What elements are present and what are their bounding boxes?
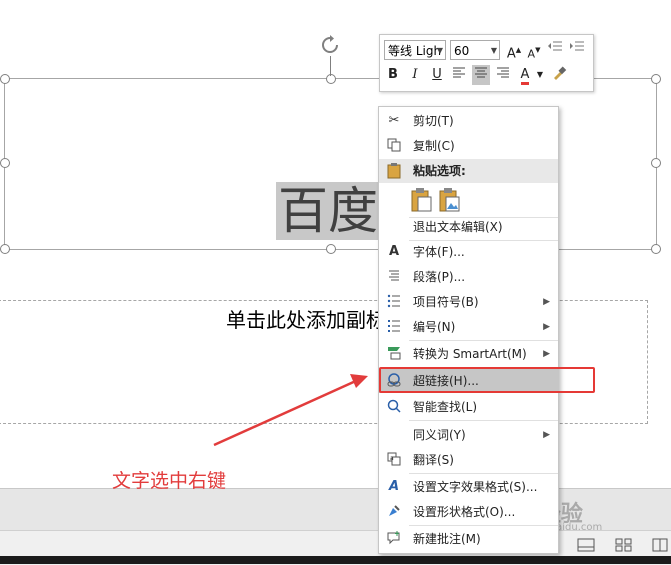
annotation-caption: 文字选中右键 <box>112 470 227 492</box>
align-center-icon[interactable] <box>472 65 490 85</box>
italic-button[interactable]: I <box>406 65 424 85</box>
rotate-icon[interactable] <box>319 34 341 56</box>
menu-item-numbering[interactable]: 编号(N) ▶ <box>379 315 558 339</box>
resize-handle[interactable] <box>651 158 661 168</box>
paragraph-icon <box>386 269 402 285</box>
selected-title-text[interactable]: 百度经验 <box>276 182 380 240</box>
menu-item-new-comment[interactable]: 新建批注(M) <box>379 527 558 551</box>
font-size-value: 60 <box>454 44 470 58</box>
new-comment-icon <box>386 531 402 547</box>
menu-item-label: 字体(F)... <box>413 245 465 259</box>
svg-text:a: a <box>390 455 394 462</box>
smartart-icon <box>386 346 402 362</box>
font-icon: A <box>388 244 400 259</box>
chevron-down-icon: ▼ <box>490 46 497 55</box>
font-color-icon[interactable]: A <box>516 65 534 85</box>
menu-item-label: 同义词(Y) <box>413 428 466 442</box>
bullets-icon <box>386 294 402 310</box>
resize-handle[interactable] <box>0 158 10 168</box>
menu-item-synonyms[interactable]: 同义词(Y) ▶ <box>379 423 558 447</box>
align-left-icon[interactable] <box>450 65 468 85</box>
menu-item-text-effects[interactable]: A 设置文字效果格式(S)... <box>379 475 558 499</box>
smart-lookup-icon <box>386 399 402 415</box>
bold-button[interactable]: B <box>384 65 402 85</box>
slide-sorter-icon[interactable] <box>612 536 636 554</box>
mini-toolbar[interactable]: 等线 Ligh ▼ 60 ▼ A▲ A▼ B I U A ▼ <box>379 34 594 92</box>
menu-item-shape-format[interactable]: 设置形状格式(O)... <box>379 500 558 524</box>
shape-format-icon <box>386 504 402 520</box>
grow-font-icon[interactable]: A▲ <box>505 40 523 61</box>
rotate-connector <box>330 56 331 76</box>
taskbar <box>0 556 671 564</box>
chevron-right-icon: ▶ <box>543 297 550 307</box>
annotation-highlight-box <box>379 367 595 393</box>
numbering-icon <box>386 319 402 335</box>
menu-item-copy[interactable]: 复制(C) <box>379 134 558 158</box>
font-name-value: 等线 Ligh <box>388 44 442 58</box>
format-painter-icon[interactable] <box>550 65 568 85</box>
underline-button[interactable]: U <box>428 65 446 85</box>
menu-item-label: 段落(P)... <box>413 270 466 284</box>
menu-separator <box>409 473 558 474</box>
font-size-dropdown[interactable]: 60 ▼ <box>450 40 500 60</box>
chevron-right-icon: ▶ <box>543 349 550 359</box>
menu-item-paragraph[interactable]: 段落(P)... <box>379 265 558 289</box>
resize-handle[interactable] <box>326 74 336 84</box>
menu-item-smartart[interactable]: 转换为 SmartArt(M) ▶ <box>379 342 558 366</box>
menu-item-label: 翻译(S) <box>413 453 454 467</box>
menu-item-label: 转换为 SmartArt(M) <box>413 347 527 361</box>
menu-item-label: 剪切(T) <box>413 114 454 128</box>
align-right-icon[interactable] <box>494 65 512 85</box>
paste-icon <box>386 163 402 179</box>
menu-item-label: 退出文本编辑(X) <box>413 220 503 234</box>
resize-handle[interactable] <box>0 74 10 84</box>
menu-item-label: 项目符号(B) <box>413 295 479 309</box>
font-name-dropdown[interactable]: 等线 Ligh ▼ <box>384 40 446 60</box>
paste-picture-icon[interactable] <box>439 187 461 213</box>
copy-icon <box>386 138 402 154</box>
menu-item-label: 编号(N) <box>413 320 456 334</box>
chevron-right-icon: ▶ <box>543 322 550 332</box>
subtitle-text[interactable]: 单击此处添加副标题 <box>226 304 378 333</box>
resize-handle[interactable] <box>651 244 661 254</box>
shrink-font-icon[interactable]: A▼ <box>525 40 543 60</box>
increase-indent-icon[interactable] <box>568 40 586 60</box>
menu-item-label: 智能查找(L) <box>413 400 478 414</box>
menu-item-paste-options: 粘贴选项: <box>379 159 558 183</box>
menu-item-label: 设置文字效果格式(S)... <box>413 480 538 494</box>
context-menu[interactable]: ✂ 剪切(T) 复制(C) 粘贴选项: 退出文本编辑(X) A 字体(F)...… <box>378 106 559 554</box>
menu-item-font[interactable]: A 字体(F)... <box>379 240 558 264</box>
menu-item-translate[interactable]: a 翻译(S) <box>379 448 558 472</box>
chevron-down-icon: ▼ <box>436 46 443 55</box>
normal-view-icon[interactable] <box>574 536 598 554</box>
menu-item-label: 复制(C) <box>413 139 455 153</box>
menu-item-label: 设置形状格式(O)... <box>413 505 516 519</box>
menu-item-cut[interactable]: ✂ 剪切(T) <box>379 109 558 133</box>
reading-view-icon[interactable] <box>648 536 671 554</box>
menu-separator <box>409 340 558 341</box>
chevron-right-icon: ▶ <box>543 430 550 440</box>
menu-item-smart-lookup[interactable]: 智能查找(L) <box>379 395 558 419</box>
translate-icon: a <box>386 452 402 468</box>
menu-item-bullets[interactable]: 项目符号(B) ▶ <box>379 290 558 314</box>
resize-handle[interactable] <box>326 244 336 254</box>
menu-separator <box>409 525 558 526</box>
chevron-down-icon[interactable]: ▼ <box>535 65 545 85</box>
paste-keep-source-icon[interactable] <box>411 187 433 213</box>
resize-handle[interactable] <box>651 74 661 84</box>
decrease-indent-icon[interactable] <box>546 40 564 60</box>
scissors-icon: ✂ <box>388 113 400 128</box>
menu-item-label: 新建批注(M) <box>413 532 481 546</box>
menu-separator <box>409 420 558 421</box>
menu-item-exit-edit[interactable]: 退出文本编辑(X) <box>379 215 558 239</box>
resize-handle[interactable] <box>0 244 10 254</box>
menu-item-label: 粘贴选项: <box>413 164 466 178</box>
text-effects-icon: A <box>388 479 400 494</box>
